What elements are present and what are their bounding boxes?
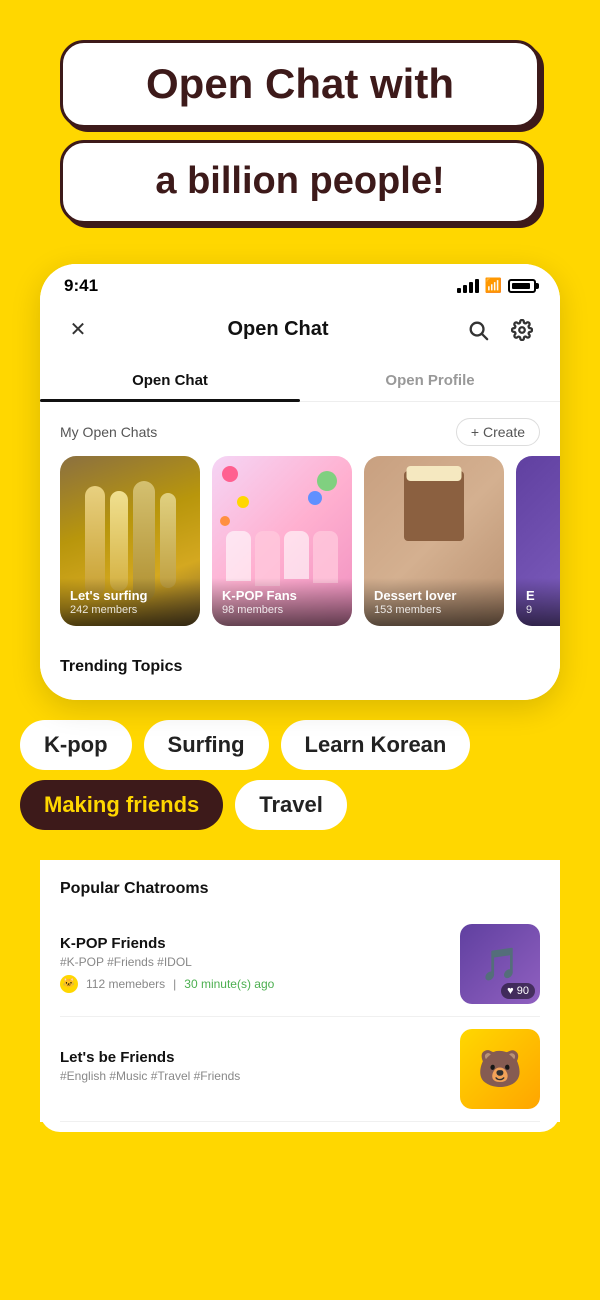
signal-icon (457, 279, 479, 293)
header-section: Open Chat with a billion people! (0, 0, 600, 244)
chatroom-kpop-info: K-POP Friends #K-POP #Friends #IDOL 🐱 11… (60, 935, 446, 993)
chat-card-kpop-members: 98 members (222, 604, 342, 616)
chat-card-surfing-members: 242 members (70, 604, 190, 616)
bubble-title: Open Chat with (103, 61, 497, 107)
create-button[interactable]: + Create (456, 418, 540, 446)
chat-card-dessert-overlay: Dessert lover 153 members (364, 578, 504, 626)
trending-section: Trending Topics (40, 642, 560, 700)
close-button[interactable]: ✕ (60, 312, 96, 348)
chatroom-kpop-likes: ♥ 90 (501, 983, 535, 999)
my-open-chats-header: My Open Chats + Create (40, 402, 560, 456)
chatroom-friends-name: Let's be Friends (60, 1049, 446, 1066)
chatroom-kpop-name: K-POP Friends (60, 935, 446, 952)
chat-card-dessert-members: 153 members (374, 604, 494, 616)
phone-mockup: 9:41 📶 ✕ Open Chat (40, 264, 560, 700)
search-button[interactable] (460, 312, 496, 348)
chat-card-surfing[interactable]: Let's surfing 242 members (60, 456, 200, 626)
tag-travel[interactable]: Travel (235, 780, 347, 830)
chat-card-extra-name: E (526, 588, 560, 604)
chatroom-kpop-avatar: 🐱 (60, 975, 78, 993)
status-icons: 📶 (457, 277, 536, 294)
header-actions (460, 312, 540, 348)
chatroom-kpop-tags: #K-POP #Friends #IDOL (60, 955, 446, 969)
tags-section: K-pop Surfing Learn Korean Making friend… (0, 700, 600, 860)
tags-row-1: K-pop Surfing Learn Korean (20, 720, 580, 770)
tag-surfing[interactable]: Surfing (144, 720, 269, 770)
tab-bar: Open Chat Open Profile (40, 360, 560, 402)
chatroom-friends-tags: #English #Music #Travel #Friends (60, 1069, 446, 1083)
battery-icon (508, 279, 536, 293)
status-time: 9:41 (64, 276, 98, 296)
tab-open-profile[interactable]: Open Profile (300, 360, 560, 401)
my-open-chats-label: My Open Chats (60, 424, 157, 440)
chat-card-dessert[interactable]: Dessert lover 153 members (364, 456, 504, 626)
chatroom-kpop-meta: 🐱 112 memebers | 30 minute(s) ago (60, 975, 446, 993)
chat-card-kpop[interactable]: K-POP Fans 98 members (212, 456, 352, 626)
tag-learn-korean[interactable]: Learn Korean (281, 720, 471, 770)
chatroom-friends-thumb: 🐻 (460, 1029, 540, 1109)
tag-kpop[interactable]: K-pop (20, 720, 132, 770)
status-bar: 9:41 📶 (40, 264, 560, 302)
tab-open-chat[interactable]: Open Chat (40, 360, 300, 401)
bubble-subtitle: a billion people! (103, 161, 497, 203)
chatroom-item-kpop[interactable]: K-POP Friends #K-POP #Friends #IDOL 🐱 11… (60, 912, 540, 1017)
chat-card-extra-members: 9 (526, 604, 560, 616)
chatroom-kpop-members: 112 memebers (86, 977, 165, 991)
speech-bubble-2: a billion people! (60, 140, 540, 224)
settings-button[interactable] (504, 312, 540, 348)
chat-card-kpop-overlay: K-POP Fans 98 members (212, 578, 352, 626)
wifi-icon: 📶 (485, 277, 502, 294)
chatroom-kpop-time: 30 minute(s) ago (184, 977, 274, 991)
popular-section-container: Popular Chatrooms K-POP Friends #K-POP #… (40, 860, 560, 1132)
app-header: ✕ Open Chat (40, 302, 560, 360)
chat-card-dessert-name: Dessert lover (374, 588, 494, 604)
tag-making-friends[interactable]: Making friends (20, 780, 223, 830)
popular-title: Popular Chatrooms (60, 880, 540, 898)
chat-card-surfing-overlay: Let's surfing 242 members (60, 578, 200, 626)
header-title: Open Chat (227, 318, 328, 341)
chatroom-friends-info: Let's be Friends #English #Music #Travel… (60, 1049, 446, 1089)
tags-row-2: Making friends Travel (20, 780, 580, 830)
chatroom-item-friends[interactable]: Let's be Friends #English #Music #Travel… (60, 1017, 540, 1122)
chat-card-extra[interactable]: E 9 (516, 456, 560, 626)
chat-card-extra-overlay: E 9 (516, 578, 560, 626)
popular-section: Popular Chatrooms K-POP Friends #K-POP #… (40, 860, 560, 1122)
speech-bubble-1: Open Chat with (60, 40, 540, 128)
chatroom-kpop-thumb: 🎵 ♥ 90 (460, 924, 540, 1004)
trending-title: Trending Topics (60, 658, 540, 676)
chat-cards-list[interactable]: Let's surfing 242 members (40, 456, 560, 642)
chat-card-kpop-name: K-POP Fans (222, 588, 342, 604)
divider: | (173, 977, 176, 991)
chat-card-surfing-name: Let's surfing (70, 588, 190, 604)
